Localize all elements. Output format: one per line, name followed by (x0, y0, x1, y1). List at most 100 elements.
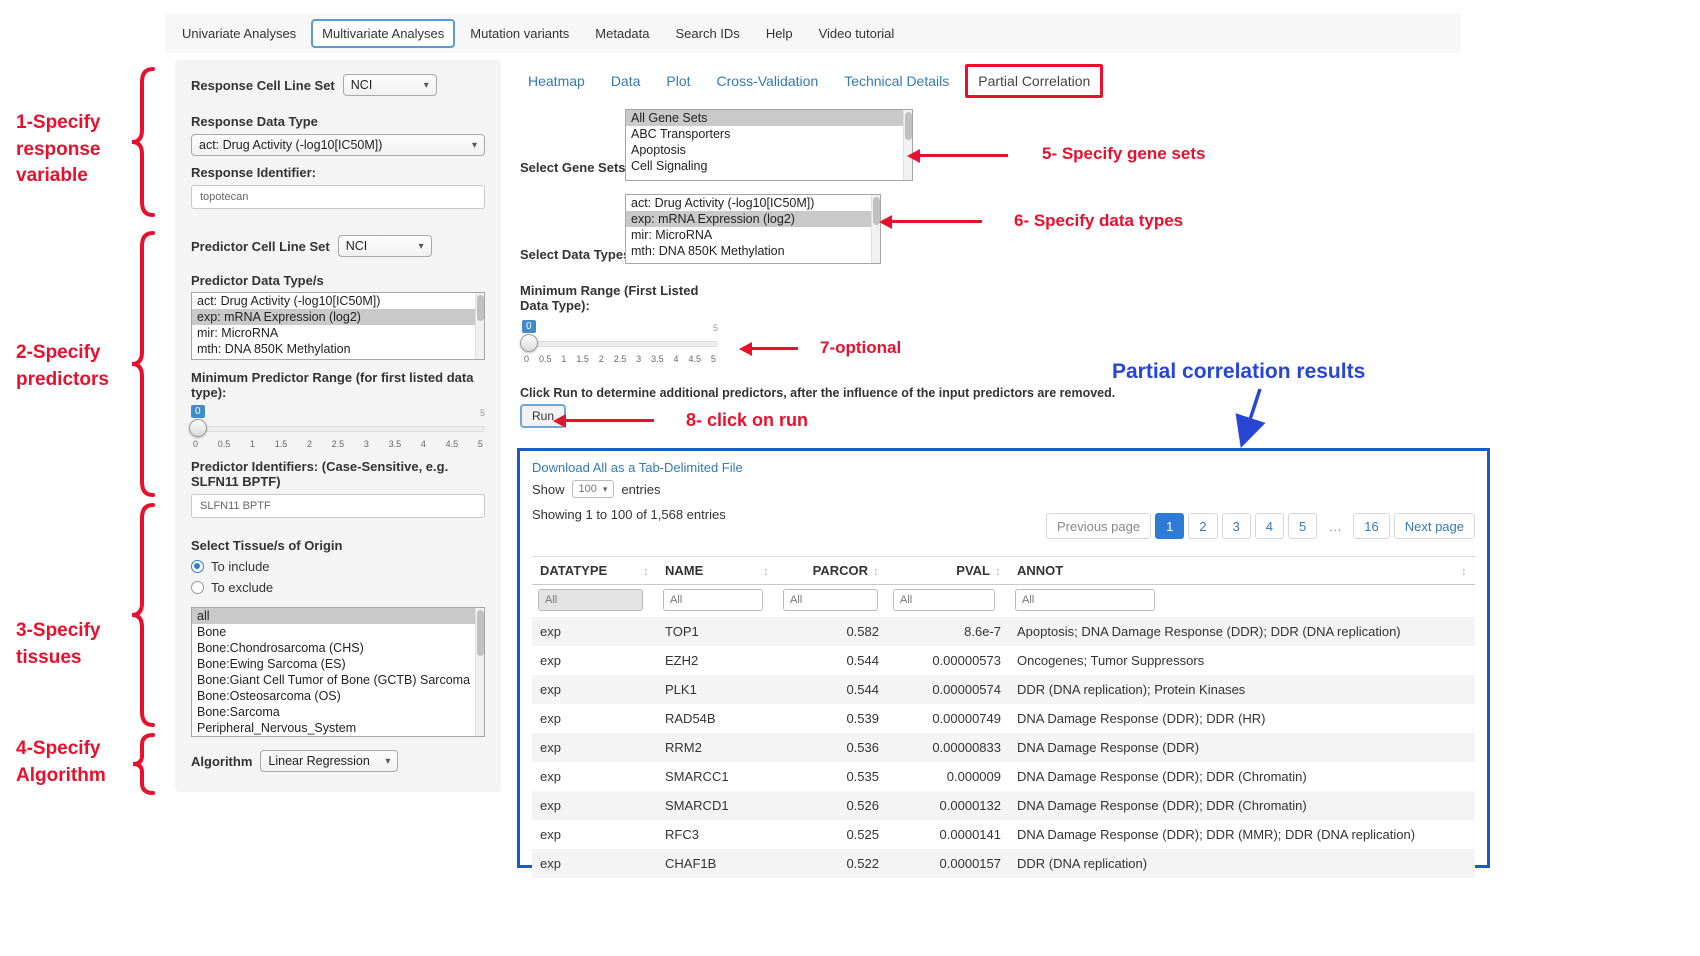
column-header[interactable]: NAME ↕ (657, 557, 777, 585)
filter-parcor-input[interactable] (783, 589, 878, 611)
nav-item[interactable]: Multivariate Analyses (311, 19, 455, 48)
sort-icon[interactable]: ↕ (873, 564, 879, 578)
cell-parcor: 0.535 (777, 762, 887, 791)
listbox-option[interactable]: ABC Transporters (626, 126, 912, 142)
filter-annot-input[interactable] (1015, 589, 1155, 611)
listbox-option[interactable]: exp: mRNA Expression (log2) (626, 211, 880, 227)
sort-icon[interactable]: ↕ (1461, 564, 1467, 578)
predictor-identifiers-input[interactable] (191, 494, 485, 518)
scrollbar[interactable] (475, 293, 484, 359)
gene-sets-label: Select Gene Sets (520, 160, 626, 175)
download-link[interactable]: Download All as a Tab-Delimited File (532, 460, 743, 475)
predictor-cell-line-set-select[interactable]: NCI ▾ (338, 235, 432, 257)
listbox-option[interactable]: Cell Signaling (626, 158, 912, 174)
tab[interactable]: Technical Details (834, 65, 959, 97)
result-row[interactable]: exp RRM2 0.536 0.00000833 DNA Damage Res… (532, 733, 1475, 762)
slider-track[interactable] (191, 426, 485, 432)
page-button[interactable]: 16 (1353, 513, 1389, 539)
listbox-option[interactable]: Bone:Chondrosarcoma (CHS) (192, 640, 484, 656)
result-row[interactable]: exp CHAF1B 0.522 0.0000157 DDR (DNA repl… (532, 849, 1475, 878)
page-button[interactable]: 4 (1255, 513, 1284, 539)
listbox-option[interactable]: mir: MicroRNA (192, 325, 484, 341)
listbox-option[interactable]: mir: MicroRNA (626, 227, 880, 243)
gene-sets-listbox[interactable]: All Gene SetsABC TransportersApoptosisCe… (625, 109, 913, 181)
slider-track[interactable] (522, 341, 718, 347)
listbox-option[interactable]: mth: DNA 850K Methylation (626, 243, 880, 259)
nav-item[interactable]: Video tutorial (808, 19, 906, 48)
tab[interactable]: Plot (656, 65, 700, 97)
nav-item[interactable]: Help (755, 19, 804, 48)
nav-item[interactable]: Univariate Analyses (171, 19, 307, 48)
filter-name-input[interactable] (663, 589, 763, 611)
sort-icon[interactable]: ↕ (995, 564, 1001, 578)
listbox-option[interactable]: mth: DNA 850K Methylation (192, 341, 484, 357)
radio-exclude-icon[interactable] (191, 581, 204, 594)
nav-item[interactable]: Search IDs (665, 19, 751, 48)
listbox-option[interactable]: All Gene Sets (626, 110, 912, 126)
tissues-listbox[interactable]: allBoneBone:Chondrosarcoma (CHS)Bone:Ewi… (191, 607, 485, 737)
tab[interactable]: Partial Correlation (965, 64, 1103, 98)
listbox-option[interactable]: exp: mRNA Expression (log2) (192, 309, 484, 325)
listbox-option[interactable]: Peripheral_Nervous_System (192, 720, 484, 736)
page-button[interactable]: 5 (1288, 513, 1317, 539)
cell-annot: DNA Damage Response (DDR) (1009, 733, 1475, 762)
predictor-data-types-listbox[interactable]: act: Drug Activity (-log10[IC50M])exp: m… (191, 292, 485, 360)
listbox-option[interactable]: Bone (192, 624, 484, 640)
result-row[interactable]: exp RAD54B 0.539 0.00000749 DNA Damage R… (532, 704, 1475, 733)
sort-icon[interactable]: ↕ (643, 564, 649, 578)
slider-handle[interactable] (520, 334, 538, 352)
tab[interactable]: Heatmap (518, 65, 595, 97)
response-data-type-select[interactable]: act: Drug Activity (-log10[IC50M]) ▾ (191, 134, 485, 156)
listbox-option[interactable]: Apoptosis (626, 142, 912, 158)
next-page-button[interactable]: Next page (1394, 513, 1475, 539)
cell-gene-name: EZH2 (657, 646, 777, 675)
listbox-option[interactable]: Bone:Osteosarcoma (OS) (192, 688, 484, 704)
page-button[interactable]: 3 (1222, 513, 1251, 539)
filter-datatype-input[interactable] (538, 589, 643, 611)
listbox-option[interactable]: all (192, 608, 484, 624)
sort-icon[interactable]: ↕ (763, 564, 769, 578)
listbox-option[interactable]: act: Drug Activity (-log10[IC50M]) (626, 195, 880, 211)
min-range-slider[interactable]: 0 5 00.511.522.533.544.55 (522, 320, 718, 366)
nav-item[interactable]: Metadata (584, 19, 660, 48)
radio-include[interactable]: To include (191, 559, 485, 574)
min-predictor-range-slider[interactable]: 0 5 00.511.522.533.544.55 (191, 405, 485, 451)
cell-pval: 8.6e-7 (887, 617, 1009, 646)
response-cell-line-set-select[interactable]: NCI ▾ (343, 74, 437, 96)
column-header[interactable]: DATATYPE ↕ (532, 557, 657, 585)
scrollbar[interactable] (903, 110, 912, 180)
nav-item[interactable]: Mutation variants (459, 19, 580, 48)
filter-pval-input[interactable] (893, 589, 995, 611)
slider-tick-label: 1 (561, 354, 566, 364)
data-types-listbox[interactable]: act: Drug Activity (-log10[IC50M])exp: m… (625, 194, 881, 264)
algorithm-select[interactable]: Linear Regression ▾ (260, 750, 398, 772)
listbox-option[interactable]: Bone:Sarcoma (192, 704, 484, 720)
tab[interactable]: Data (601, 65, 651, 97)
column-header[interactable]: PARCOR ↕ (777, 557, 887, 585)
column-header[interactable]: PVAL ↕ (887, 557, 1009, 585)
response-identifier-input[interactable] (191, 185, 485, 209)
listbox-option[interactable]: act: Drug Activity (-log10[IC50M]) (192, 293, 484, 309)
listbox-option[interactable]: Bone:Giant Cell Tumor of Bone (GCTB) Sar… (192, 672, 484, 688)
result-row[interactable]: exp SMARCC1 0.535 0.000009 DNA Damage Re… (532, 762, 1475, 791)
tab[interactable]: Cross-Validation (707, 65, 829, 97)
listbox-option[interactable]: Bone:Ewing Sarcoma (ES) (192, 656, 484, 672)
result-row[interactable]: exp RFC3 0.525 0.0000141 DNA Damage Resp… (532, 820, 1475, 849)
radio-exclude[interactable]: To exclude (191, 580, 485, 595)
result-row[interactable]: exp SMARCD1 0.526 0.0000132 DNA Damage R… (532, 791, 1475, 820)
chevron-down-icon: ▾ (419, 241, 424, 252)
page-button[interactable]: 2 (1188, 513, 1217, 539)
result-row[interactable]: exp TOP1 0.582 8.6e-7 Apoptosis; DNA Dam… (532, 617, 1475, 646)
entries-select[interactable]: 100 ▾ (572, 480, 615, 498)
cell-annot: DNA Damage Response (DDR); DDR (Chromati… (1009, 762, 1475, 791)
radio-include-icon[interactable] (191, 560, 204, 573)
scrollbar[interactable] (475, 608, 484, 736)
page-button[interactable]: 1 (1155, 513, 1184, 539)
scrollbar[interactable] (871, 195, 880, 263)
slider-handle[interactable] (189, 419, 207, 437)
result-row[interactable]: exp PLK1 0.544 0.00000574 DDR (DNA repli… (532, 675, 1475, 704)
result-row[interactable]: exp EZH2 0.544 0.00000573 Oncogenes; Tum… (532, 646, 1475, 675)
analysis-tabs: HeatmapDataPlotCross-ValidationTechnical… (518, 64, 1103, 98)
previous-page-button[interactable]: Previous page (1046, 513, 1151, 539)
column-header[interactable]: ANNOT ↕ (1009, 557, 1475, 585)
